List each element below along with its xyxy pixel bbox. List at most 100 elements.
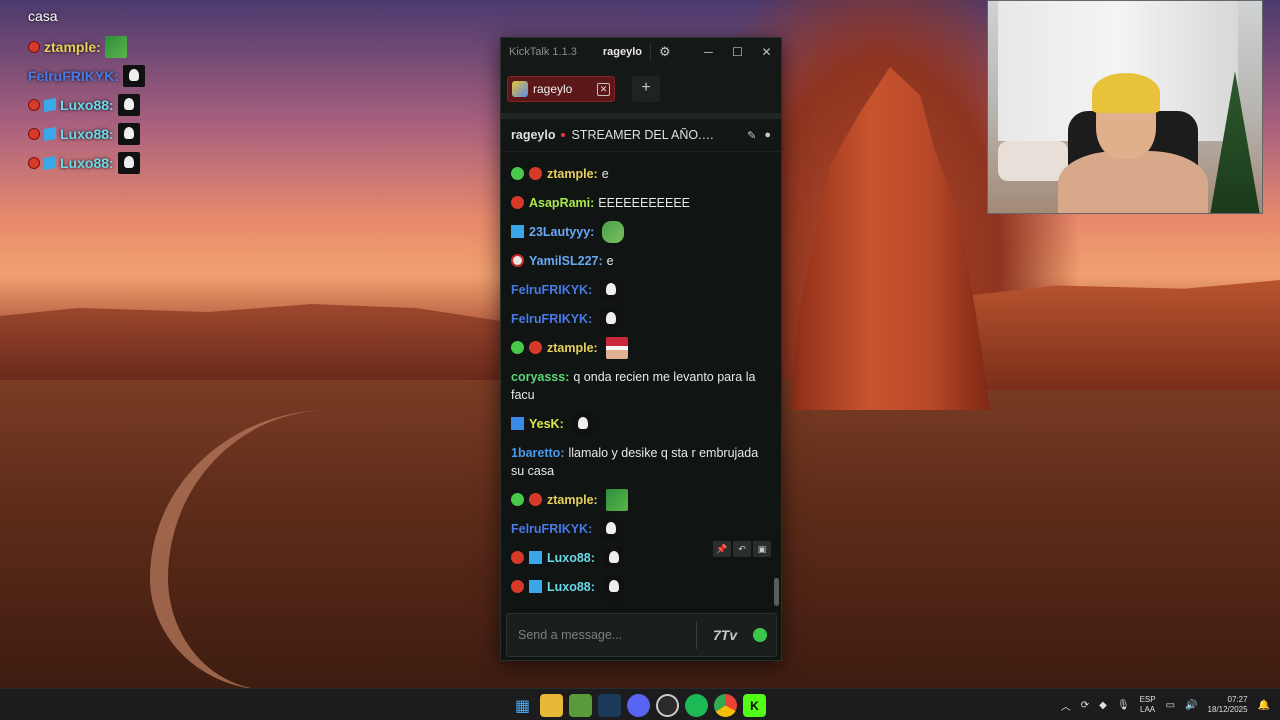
overlay-chat-row: Luxo88: xyxy=(28,119,348,148)
channel-header: rageylo STREAMER DEL AÑO. G... ✎ ● xyxy=(501,119,781,152)
chat-username[interactable]: 23Lautyyy: xyxy=(529,225,594,239)
red-badge-icon xyxy=(28,40,40,53)
discord-icon[interactable] xyxy=(627,694,650,717)
chat-message[interactable]: Luxo88: xyxy=(511,601,773,607)
red-badge-icon xyxy=(511,580,524,593)
maximize-button[interactable]: ☐ xyxy=(723,45,752,59)
pin-icon[interactable]: ✎ xyxy=(747,129,756,142)
green-emote-icon xyxy=(104,35,127,58)
chat-message[interactable]: AsapRami: EEEEEEEEEEE xyxy=(511,188,773,217)
close-button[interactable]: ✕ xyxy=(752,45,781,59)
spotify-icon[interactable] xyxy=(685,694,708,717)
chat-username[interactable]: FelruFRIKYK: xyxy=(511,283,592,297)
overlay-username: Luxo88: xyxy=(60,154,114,171)
lang-code: ESP xyxy=(1139,695,1156,704)
chat-username[interactable]: FelruFRIKYK: xyxy=(511,522,592,536)
chat-username[interactable]: 1baretto: xyxy=(511,446,564,460)
input-language[interactable]: ESP LAA xyxy=(1140,695,1156,715)
lang-layout: LAA xyxy=(1140,705,1156,714)
cube-badge-icon xyxy=(529,551,542,564)
skull-emote-icon xyxy=(600,517,623,540)
chat-username[interactable]: Luxo88: xyxy=(547,551,595,565)
red-badge-icon xyxy=(28,127,40,140)
minimize-button[interactable]: ─ xyxy=(694,45,723,59)
chat-username[interactable]: Luxo88: xyxy=(547,580,595,594)
stream-title: STREAMER DEL AÑO. G... xyxy=(571,128,718,142)
cube-badge-icon xyxy=(44,126,56,141)
title-bar: KickTalk 1.1.3 rageylo ⚙ ─ ☐ ✕ xyxy=(501,38,781,65)
copy-icon[interactable]: ▣ xyxy=(753,541,771,557)
webcam-beanie xyxy=(1092,73,1160,113)
chat-username[interactable]: ztample: xyxy=(547,341,598,355)
microphone-icon[interactable]: 🎙 xyxy=(1117,700,1130,711)
notifications-icon[interactable]: 🔔 xyxy=(1258,700,1270,711)
steam-icon[interactable] xyxy=(598,694,621,717)
chat-message[interactable]: FelruFRIKYK: xyxy=(511,514,773,543)
obs-icon[interactable] xyxy=(656,694,679,717)
skull-emote-icon xyxy=(117,151,140,174)
current-user-chip[interactable]: rageylo xyxy=(602,42,652,61)
user-icon[interactable]: ● xyxy=(764,129,771,142)
chat-message[interactable]: FelruFRIKYK: xyxy=(511,304,773,333)
minecraft-icon[interactable] xyxy=(569,694,592,717)
skull-emote-icon xyxy=(117,93,140,116)
chat-scrollbar[interactable] xyxy=(774,578,779,606)
network-icon[interactable]: ▭ xyxy=(1166,700,1175,711)
tab-close-icon[interactable]: ✕ xyxy=(597,82,610,96)
chat-message[interactable]: coryasss: q onda recien me levanto para l… xyxy=(511,362,773,409)
channel-tabs: rageylo ✕ + xyxy=(501,65,781,119)
kick-emote-picker-icon[interactable] xyxy=(753,628,768,642)
channel-avatar xyxy=(512,81,528,97)
tray-overflow-chevron-icon[interactable]: ︿ xyxy=(1061,698,1071,713)
sync-icon[interactable]: ⟳ xyxy=(1081,700,1089,711)
chat-message[interactable]: FelruFRIKYK: xyxy=(511,275,773,304)
settings-gear-icon[interactable]: ⚙ xyxy=(659,44,671,60)
chat-message[interactable]: ztample: e xyxy=(511,159,773,188)
input-separator xyxy=(696,621,697,649)
overlay-username: ztample: xyxy=(44,38,101,55)
overlay-chat-row: ztample: xyxy=(28,32,348,61)
chrome-icon[interactable] xyxy=(714,694,737,717)
live-indicator-dot xyxy=(561,133,566,137)
chat-username[interactable]: YamilSL227: xyxy=(529,254,603,268)
clock[interactable]: 07:27 18/12/2025 xyxy=(1208,695,1248,715)
chat-message[interactable]: YamilSL227: e xyxy=(511,246,773,275)
7tv-emote-picker-icon[interactable]: 7Tv xyxy=(713,627,737,643)
pepe-emote-icon xyxy=(602,220,625,243)
chat-message[interactable]: 23Lautyyy: xyxy=(511,217,773,246)
chat-message[interactable]: 1baretto: llamalo y desike q sta r embruj… xyxy=(511,438,773,485)
add-tab-button[interactable]: + xyxy=(632,76,660,102)
chat-message[interactable]: Luxo88: xyxy=(511,572,773,601)
chat-username[interactable]: YesK: xyxy=(529,417,564,431)
skull-emote-icon xyxy=(571,412,594,435)
red-badge-icon xyxy=(529,493,542,506)
webcam-feed xyxy=(987,0,1263,214)
kick-icon[interactable]: K xyxy=(743,694,766,717)
chat-message[interactable]: ztample: xyxy=(511,333,773,362)
chat-message-list[interactable]: ztample: e AsapRami: EEEEEEEEEEE 23Lautyyy: Y… xyxy=(501,159,773,607)
webcam-person-body xyxy=(1058,151,1208,213)
reply-icon[interactable]: ↶ xyxy=(733,541,751,557)
mask-badge-icon xyxy=(511,254,524,267)
chat-message[interactable]: ztample: xyxy=(511,485,773,514)
defender-icon[interactable]: ◆ xyxy=(1099,700,1107,711)
system-tray: ︿ ⟳ ◆ 🎙 ESP LAA ▭ 🔊 07:27 18/12/2025 🔔 xyxy=(1061,689,1270,720)
current-user-name: rageylo xyxy=(602,45,643,58)
volume-icon[interactable]: 🔊 xyxy=(1185,700,1197,711)
red-badge-icon xyxy=(511,551,524,564)
red-badge-icon xyxy=(511,196,524,209)
message-input[interactable] xyxy=(518,628,688,642)
chat-username[interactable]: ztample: xyxy=(547,167,598,181)
chat-username[interactable]: FelruFRIKYK: xyxy=(511,312,592,326)
wallpaper-mesa-left xyxy=(0,304,520,380)
red-badge-icon xyxy=(28,156,40,169)
pin-message-icon[interactable]: 📌 xyxy=(713,541,731,557)
overlay-wrapped-text: casa xyxy=(28,8,58,24)
tab-rageylo[interactable]: rageylo ✕ xyxy=(507,76,615,102)
file-explorer-icon[interactable] xyxy=(540,694,563,717)
chat-username[interactable]: ztample: xyxy=(547,493,598,507)
chat-message[interactable]: YesK: xyxy=(511,409,773,438)
start-icon[interactable]: ▦ xyxy=(511,694,534,717)
chat-username[interactable]: AsapRami: xyxy=(529,196,594,210)
chat-username[interactable]: coryasss: xyxy=(511,370,569,384)
